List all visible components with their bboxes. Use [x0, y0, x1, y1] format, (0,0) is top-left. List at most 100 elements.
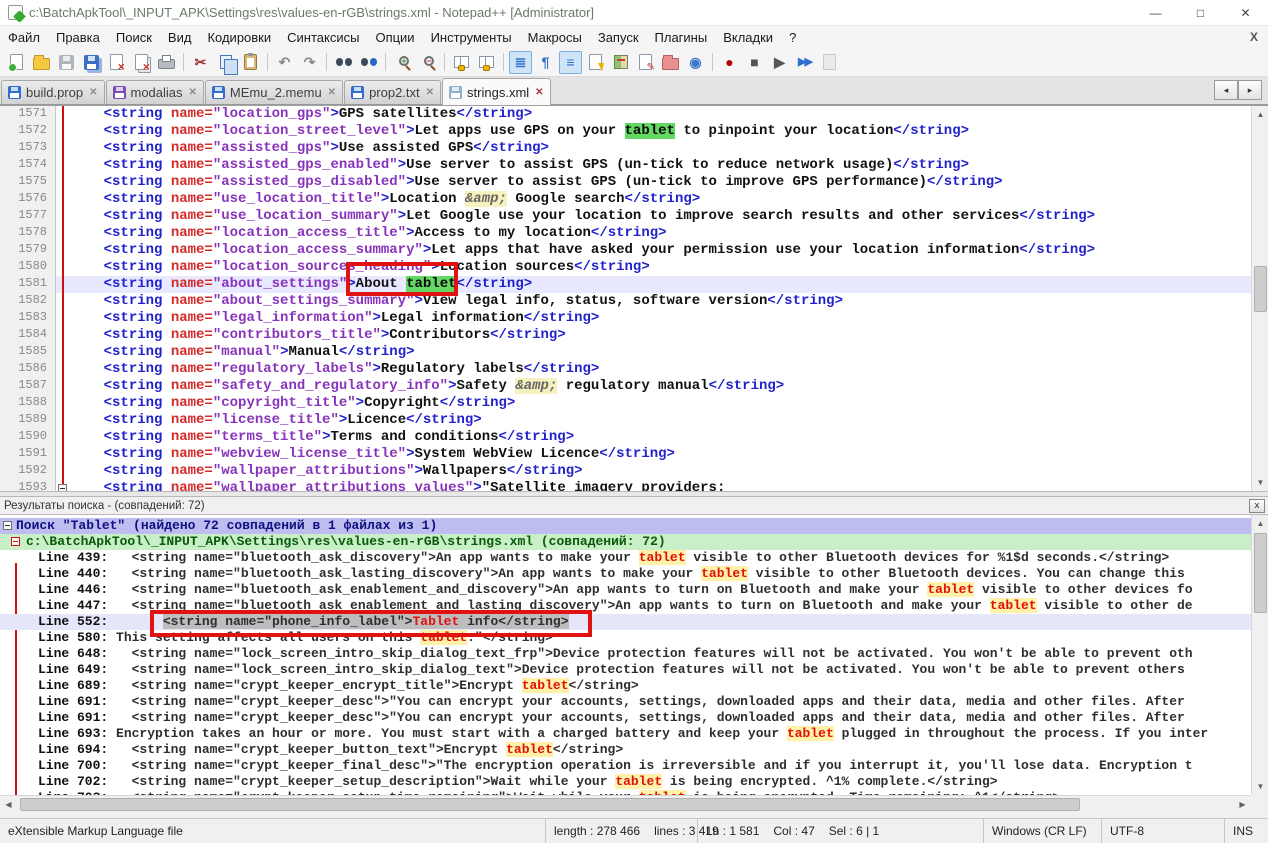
menu-item-1[interactable]: Правка — [48, 28, 108, 47]
scroll-down-icon[interactable]: ▼ — [1252, 778, 1268, 795]
code-line[interactable]: 1574 <string name="assisted_gps_enabled"… — [0, 157, 1251, 174]
code-line[interactable]: 1579 <string name="location_access_summa… — [0, 242, 1251, 259]
show-all-characters-button[interactable]: ¶ — [534, 51, 557, 74]
results-vertical-scrollbar[interactable]: ▲ ▼ — [1251, 515, 1268, 795]
tab-close-icon[interactable]: ✕ — [426, 87, 434, 98]
scroll-left-icon[interactable]: ◀ — [0, 796, 17, 813]
code-line[interactable]: 1571 <string name="location_gps">GPS sat… — [0, 106, 1251, 123]
redo-button[interactable]: ↷ — [298, 51, 321, 74]
tab-modalias[interactable]: modalias✕ — [106, 80, 204, 104]
show-indent-guide-button[interactable]: ≡ — [559, 51, 582, 74]
paste-button[interactable] — [239, 51, 262, 74]
menu-close-button[interactable]: X — [1250, 30, 1258, 44]
scroll-down-icon[interactable]: ▼ — [1252, 474, 1268, 491]
fold-collapse-icon[interactable] — [58, 484, 67, 491]
editor-vertical-scrollbar[interactable]: ▲ ▼ — [1251, 106, 1268, 491]
result-row[interactable]: Line 702: <string name="crypt_keeper_set… — [0, 774, 1251, 790]
code-line[interactable]: 1587 <string name="safety_and_regulatory… — [0, 378, 1251, 395]
result-row[interactable]: Line 649: <string name="lock_screen_intr… — [0, 662, 1251, 678]
code-line[interactable]: 1582 <string name="about_settings_summar… — [0, 293, 1251, 310]
code-line[interactable]: 1575 <string name="assisted_gps_disabled… — [0, 174, 1251, 191]
result-row[interactable]: Line 691: <string name="crypt_keeper_des… — [0, 694, 1251, 710]
results-horizontal-scrollbar[interactable]: ◀ ▶ — [0, 795, 1251, 812]
tab-close-icon[interactable]: ✕ — [89, 87, 97, 98]
tab-strings-xml[interactable]: strings.xml✕ — [442, 78, 551, 105]
editor-area[interactable]: 1571 <string name="location_gps">GPS sat… — [0, 105, 1268, 491]
code-line[interactable]: 1588 <string name="copyright_title">Copy… — [0, 395, 1251, 412]
scroll-right-icon[interactable]: ▶ — [1234, 796, 1251, 813]
menu-item-3[interactable]: Вид — [160, 28, 200, 47]
code-line[interactable]: 1585 <string name="manual">Manual</strin… — [0, 344, 1251, 361]
result-row[interactable]: Line 700: <string name="crypt_keeper_fin… — [0, 758, 1251, 774]
undo-button[interactable]: ↶ — [273, 51, 296, 74]
result-row[interactable]: Line 691: <string name="crypt_keeper_des… — [0, 710, 1251, 726]
code-line[interactable]: 1580 <string name="location_sources_head… — [0, 259, 1251, 276]
result-row[interactable]: Line 694: <string name="crypt_keeper_but… — [0, 742, 1251, 758]
code-line[interactable]: 1590 <string name="terms_title">Terms an… — [0, 429, 1251, 446]
code-line[interactable]: 1577 <string name="use_location_summary"… — [0, 208, 1251, 225]
result-row[interactable]: Line 689: <string name="crypt_keeper_enc… — [0, 678, 1251, 694]
macro-run-multiple-button[interactable]: ▶▶ — [793, 51, 816, 74]
results-hscroll-thumb[interactable] — [20, 798, 1080, 811]
menu-item-6[interactable]: Опции — [367, 28, 422, 47]
code-line[interactable]: 1584 <string name="contributors_title">C… — [0, 327, 1251, 344]
file-path-row[interactable]: c:\BatchApkTool\_INPUT_APK\Settings\res\… — [0, 534, 1251, 550]
print-button[interactable] — [155, 51, 178, 74]
tab-scroll-left-button[interactable]: ◂ — [1214, 80, 1238, 100]
scroll-up-icon[interactable]: ▲ — [1252, 515, 1268, 532]
menu-item-2[interactable]: Поиск — [108, 28, 160, 47]
result-row[interactable]: Line 580: This setting affects all users… — [0, 630, 1251, 646]
tab-scroll-right-button[interactable]: ▸ — [1238, 80, 1262, 100]
tab-close-icon[interactable]: ✕ — [535, 87, 543, 98]
cut-button[interactable]: ✂ — [189, 51, 212, 74]
editor-scroll-thumb[interactable] — [1254, 266, 1267, 312]
results-scroll-thumb[interactable] — [1254, 533, 1267, 613]
menu-item-7[interactable]: Инструменты — [423, 28, 520, 47]
macro-play-button[interactable]: ▶ — [768, 51, 791, 74]
scroll-up-icon[interactable]: ▲ — [1252, 106, 1268, 123]
macro-record-button[interactable]: ● — [718, 51, 741, 74]
maximize-button[interactable]: □ — [1178, 0, 1223, 25]
code-line[interactable]: 1578 <string name="location_access_title… — [0, 225, 1251, 242]
minimize-button[interactable]: — — [1133, 0, 1178, 25]
tab-build-prop[interactable]: build.prop✕ — [1, 80, 105, 104]
menu-item-10[interactable]: Плагины — [647, 28, 716, 47]
document-switcher-button[interactable] — [634, 51, 657, 74]
tab-close-icon[interactable]: ✕ — [328, 87, 336, 98]
folder-as-workspace-button[interactable] — [659, 51, 682, 74]
code-line[interactable]: 1573 <string name="assisted_gps">Use ass… — [0, 140, 1251, 157]
file-monitoring-button[interactable]: ◉ — [684, 51, 707, 74]
result-row[interactable]: Line 440: <string name="bluetooth_ask_la… — [0, 566, 1251, 582]
tab-close-icon[interactable]: ✕ — [189, 87, 197, 98]
zoom-out-button[interactable]: − — [416, 51, 439, 74]
code-line[interactable]: 1593 <string name="wallpaper_attribution… — [0, 480, 1251, 491]
save-all-button[interactable] — [80, 51, 103, 74]
status-insert-mode[interactable]: INS — [1224, 819, 1268, 843]
search-summary-row[interactable]: Поиск "Tablet" (найдено 72 совпадений в … — [0, 518, 1251, 534]
word-wrap-button[interactable]: ≣ — [509, 51, 532, 74]
open-file-button[interactable] — [30, 51, 53, 74]
status-eol-format[interactable]: Windows (CR LF) — [983, 819, 1101, 843]
code-line[interactable]: 1583 <string name="legal_information">Le… — [0, 310, 1251, 327]
macro-stop-button[interactable]: ■ — [743, 51, 766, 74]
close-button[interactable]: ✕ — [1223, 0, 1268, 25]
menu-item-9[interactable]: Запуск — [590, 28, 647, 47]
collapse-icon[interactable] — [3, 521, 12, 530]
menu-item-11[interactable]: Вкладки — [715, 28, 781, 47]
code-line[interactable]: 1592 <string name="wallpaper_attribution… — [0, 463, 1251, 480]
copy-button[interactable] — [214, 51, 237, 74]
result-row[interactable]: Line 648: <string name="lock_screen_intr… — [0, 646, 1251, 662]
code-line[interactable]: 1572 <string name="location_street_level… — [0, 123, 1251, 140]
menu-item-12[interactable]: ? — [781, 28, 804, 47]
menu-item-0[interactable]: Файл — [0, 28, 48, 47]
collapse-icon[interactable] — [11, 537, 20, 546]
find-button[interactable] — [332, 51, 355, 74]
result-row[interactable]: Line 439: <string name="bluetooth_ask_di… — [0, 550, 1251, 566]
sync-horizontal-scroll-button[interactable] — [475, 51, 498, 74]
save-button[interactable] — [55, 51, 78, 74]
tab-prop2-txt[interactable]: prop2.txt✕ — [344, 80, 441, 104]
new-file-button[interactable] — [5, 51, 28, 74]
zoom-in-button[interactable]: + — [391, 51, 414, 74]
result-row[interactable]: Line 447: <string name="bluetooth_ask_en… — [0, 598, 1251, 614]
code-line[interactable]: 1591 <string name="webview_license_title… — [0, 446, 1251, 463]
